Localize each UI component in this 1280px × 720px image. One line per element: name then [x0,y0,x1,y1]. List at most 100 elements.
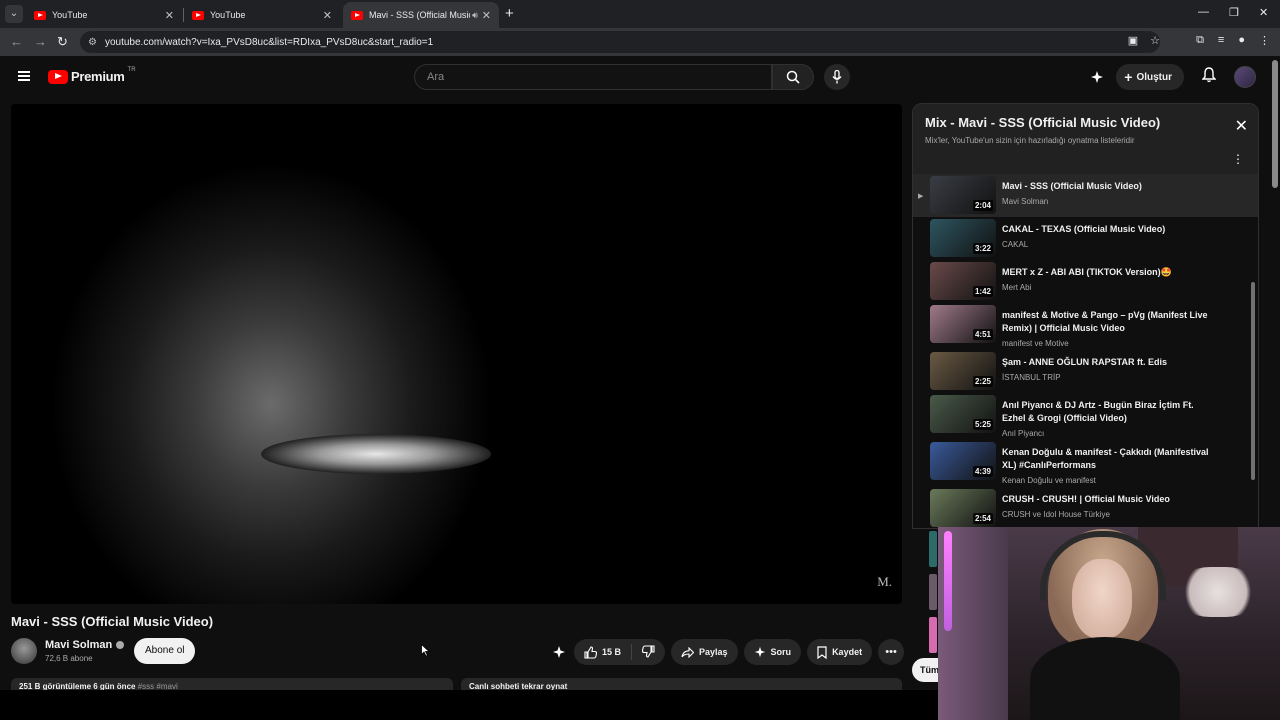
playlist-thumbnail[interactable]: 5:25 [930,395,996,433]
channel-name-row[interactable]: Mavi Solman [45,639,125,651]
voice-search-button[interactable] [824,64,850,90]
playlist-item-meta: CAKAL - TEXAS (Official Music Video) CAKA… [1002,217,1212,260]
subscribe-button[interactable]: Abone ol [134,638,196,664]
description-box[interactable]: 251 B görüntüleme 6 gün önce #sss #mavi [11,678,453,690]
playlist-item[interactable]: 5:25 Anıl Piyancı & DJ Artz - Bugün Biraz… [913,393,1258,440]
youtube-favicon-icon [351,10,363,20]
video-actions: 15 B Paylaş Soru Kaydet ••• [550,639,905,665]
new-tab-button[interactable]: + [505,5,514,22]
header-actions: + Oluştur [1088,64,1256,90]
playlist-thumbnail[interactable]: 2:54 [930,489,996,527]
playlist-thumbnail[interactable] [929,574,937,610]
playlist-item-title[interactable]: Anıl Piyancı & DJ Artz - Bugün Biraz İçt… [1002,399,1212,425]
browser-tab-1[interactable]: YouTube ✕ [26,2,182,28]
save-button[interactable]: Kaydet [807,639,873,665]
browser-menu-icon[interactable]: ⋮ [1259,34,1270,47]
speaker-icon[interactable]: 🔊︎ [472,10,478,21]
site-info-icon[interactable]: ⚙︎ [88,37,97,48]
back-icon[interactable]: ← [10,34,23,49]
video-player[interactable]: M. [11,104,902,604]
minimize-icon[interactable]: — [1198,6,1209,18]
youtube-premium-logo[interactable]: Premium TR [48,67,136,84]
close-playlist-icon[interactable]: ✕ [1235,116,1248,136]
playlist-thumbnail[interactable] [929,617,937,653]
like-button[interactable]: 15 B [574,644,633,660]
headset-icon [1040,531,1166,601]
webcam-decoration [1178,567,1258,617]
playlist-item[interactable]: 2:25 Şam - ANNE OĞLUN RAPSTAR ft. Edis İST… [913,350,1258,393]
restore-icon[interactable]: ❐ [1229,6,1239,19]
playlist-thumbnail[interactable]: 2:25 [930,352,996,390]
account-avatar[interactable] [1234,66,1256,88]
browser-tab-2[interactable]: YouTube ✕ [184,2,340,28]
views-and-date: 251 B görüntüleme 6 gün önce [19,682,136,690]
playlist-thumbnail[interactable]: 4:51 [930,305,996,343]
duration-badge: 2:54 [972,513,993,524]
playlist-item[interactable]: 2:54 CRUSH - CRUSH! | Official Music Vide… [913,487,1258,528]
playlist-item[interactable]: 3:22 CAKAL - TEXAS (Official Music Video)… [913,217,1258,260]
ask-button[interactable]: Soru [743,639,802,665]
playlist-item[interactable]: 4:51 manifest & Motive & Pango – pVg (Man… [913,303,1258,350]
create-button[interactable]: + Oluştur [1116,64,1184,90]
playlist-thumbnail[interactable] [929,531,937,567]
playlist-item-title[interactable]: CAKAL - TEXAS (Official Music Video) [1002,223,1212,236]
ai-sparkle-icon[interactable] [1088,68,1106,86]
address-bar[interactable]: ⚙︎ youtube.com/watch?v=Ixa_PVsD8uc&list=… [80,31,1160,53]
like-count: 15 B [602,647,622,657]
playlist-item-title[interactable]: MERT x Z - ABI ABI (TIKTOK Version)🤩 [1002,266,1212,279]
playlist-thumbnail[interactable]: 3:22 [930,219,996,257]
bookmark-icon [817,645,827,659]
forward-icon[interactable]: → [34,34,47,49]
dislike-button[interactable] [632,644,665,660]
playlist-item-title[interactable]: manifest & Motive & Pango – pVg (Manifes… [1002,309,1212,335]
playlist-item-title[interactable]: CRUSH - CRUSH! | Official Music Video [1002,493,1212,506]
more-actions-button[interactable]: ••• [878,639,905,665]
description-hashtags[interactable]: #sss #mavi [138,682,178,690]
playlist-item[interactable]: ▶ 2:04 Mavi - SSS (Official Music Video) Ma… [913,174,1258,217]
duration-badge: 5:25 [972,419,993,430]
tab-search-button[interactable]: ⌄ [5,5,23,23]
extensions-icon[interactable]: ⧉ [1196,34,1204,47]
ai-sparkle-icon[interactable] [550,643,568,661]
reload-icon[interactable]: ↻ [57,34,68,50]
playlist-item-title[interactable]: Şam - ANNE OĞLUN RAPSTAR ft. Edis [1002,356,1212,369]
cast-icon[interactable]: ▣ [1128,34,1138,47]
close-tab-icon[interactable]: ✕ [482,9,491,22]
verified-badge-icon [116,641,125,649]
channel-avatar[interactable] [11,638,37,664]
channel-name[interactable]: Mavi Solman [45,639,112,651]
profile-icon[interactable]: ● [1238,34,1245,47]
playlist-scroll-thumb[interactable] [1251,282,1255,480]
playlist-item-channel: Mert Abi [1002,283,1032,292]
share-button[interactable]: Paylaş [671,639,738,665]
live-chat-replay-box[interactable]: Canlı sohbeti tekrar oynat [461,678,902,690]
notifications-bell-icon[interactable] [1201,66,1217,88]
page-scrollbar[interactable] [1272,60,1278,188]
mouse-cursor-icon [421,644,430,657]
playlist-item-title[interactable]: Mavi - SSS (Official Music Video) [1002,180,1212,193]
playlist-item-meta: Mavi - SSS (Official Music Video) Mavi So… [1002,174,1212,217]
playlist-item[interactable]: 4:39 Kenan Doğulu & manifest - Çakkıdı (M… [913,440,1258,487]
search-input[interactable]: Ara [414,64,772,90]
playlist-thumbnail[interactable]: 2:04 [930,176,996,214]
browser-tab-3-active[interactable]: Mavi - SSS (Official Music V 🔊︎ ✕ [343,2,499,28]
close-tab-icon[interactable]: ✕ [165,9,174,22]
playlist-item[interactable]: 1:42 MERT x Z - ABI ABI (TIKTOK Version)🤩… [913,260,1258,303]
webcam-streamer [1030,529,1180,720]
playlist-scrollbar[interactable] [1251,276,1255,528]
now-playing-marker-icon [913,260,930,303]
bookmark-star-icon[interactable]: ☆ [1150,34,1160,47]
close-tab-icon[interactable]: ✕ [323,9,332,22]
hamburger-menu-icon[interactable] [18,71,30,81]
playlist-thumbnail[interactable]: 1:42 [930,262,996,300]
all-chip-button[interactable]: Tüm [912,658,940,682]
search-button[interactable] [772,64,814,90]
media-controls-icon[interactable]: ≡ [1218,34,1224,47]
now-playing-marker-icon: ▶ [918,193,924,200]
close-window-icon[interactable]: ✕ [1259,6,1268,19]
playlist-item-title[interactable]: Kenan Doğulu & manifest - Çakkıdı (Manif… [1002,446,1212,472]
ask-label: Soru [770,647,792,657]
playlist-item-meta: Şam - ANNE OĞLUN RAPSTAR ft. Edis İSTANBU… [1002,350,1212,393]
playlist-menu-icon[interactable]: ⋮ [1232,152,1244,166]
playlist-thumbnail[interactable]: 4:39 [930,442,996,480]
